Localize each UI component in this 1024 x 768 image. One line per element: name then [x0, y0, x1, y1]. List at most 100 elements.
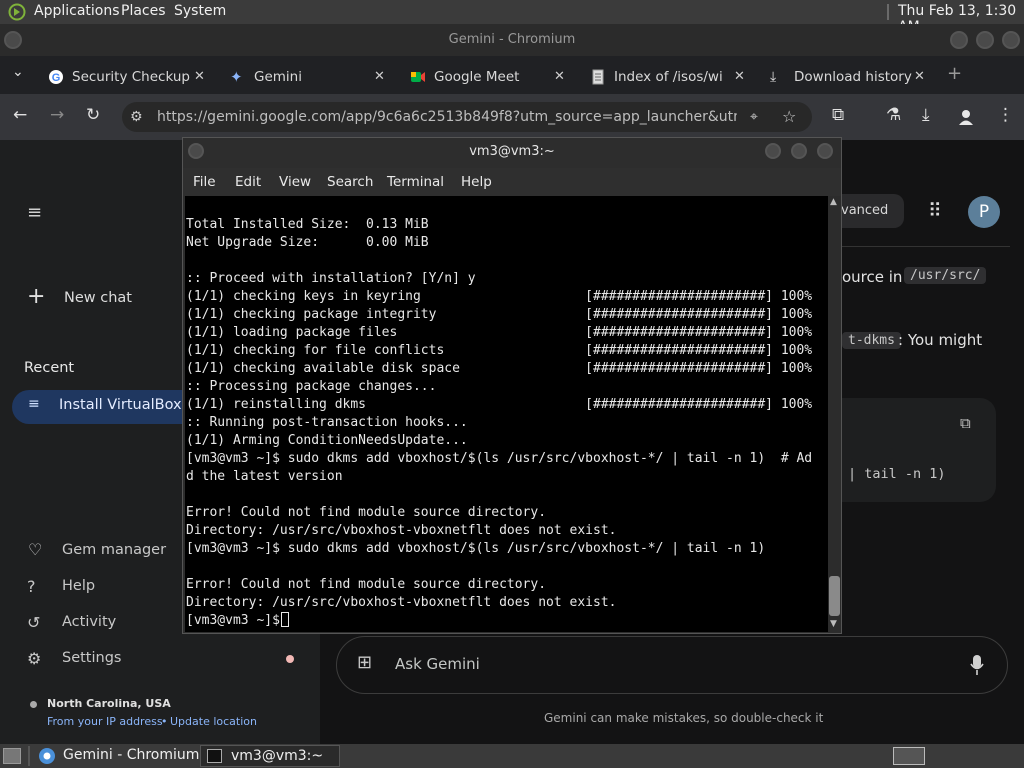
add-image-icon[interactable]: ⊞ — [357, 652, 372, 673]
scrollbar-thumb[interactable] — [829, 576, 840, 616]
location-pin-icon[interactable]: ⌖ — [750, 102, 758, 132]
copy-icon[interactable]: ⧉ — [960, 414, 971, 432]
location-dot-icon — [30, 701, 37, 708]
tab-close-icon[interactable]: ✕ — [194, 62, 205, 92]
taskbar-item-chromium[interactable]: Gemini - Chromium — [63, 747, 199, 763]
tab-google-meet[interactable]: Google Meet ✕ — [410, 62, 570, 92]
tab-gemini[interactable]: ✦ Gemini ✕ — [230, 62, 390, 92]
apps-grid-icon[interactable]: ⠿ — [928, 200, 942, 222]
site-info-icon[interactable]: ⚙ — [130, 102, 143, 132]
terminal-line: Error! Could not find module source dire… — [186, 577, 547, 592]
new-chat-plus-icon[interactable]: + — [27, 284, 45, 309]
terminal-line: Total Installed Size: 0.13 MiB — [186, 217, 429, 232]
help-link[interactable]: Help — [62, 578, 95, 594]
hamburger-menu-icon[interactable]: ≡ — [27, 202, 42, 223]
scroll-down-arrow-icon[interactable]: ▼ — [830, 619, 837, 629]
inline-code: /usr/src/ — [904, 267, 987, 284]
response-text-fragment: ource in — [842, 268, 903, 286]
avatar[interactable]: P — [968, 196, 1000, 228]
tab-strip: ⌄ G Security Checkup ✕ ✦ Gemini ✕ Google… — [0, 56, 1024, 94]
help-icon: ? — [27, 577, 36, 596]
tab-close-icon[interactable]: ✕ — [554, 62, 565, 92]
tab-close-icon[interactable]: ✕ — [374, 62, 385, 92]
tab-close-icon[interactable]: ✕ — [914, 62, 925, 92]
code-block: ⧉ | tail -n 1) — [838, 398, 996, 502]
panel-separator — [887, 4, 889, 20]
distro-logo-icon[interactable] — [8, 3, 26, 21]
back-arrow-icon[interactable]: ← — [13, 105, 27, 125]
terminal-window[interactable]: vm3@vm3:~ File Edit View Search Terminal… — [182, 137, 842, 634]
download-icon: ⤓ — [770, 69, 777, 85]
terminal-line: :: Proceed with installation? [Y/n] y — [186, 271, 476, 286]
terminal-maximize-button[interactable] — [791, 143, 807, 159]
profile-icon[interactable] — [957, 108, 975, 126]
system-menu[interactable]: System — [174, 3, 226, 19]
places-menu[interactable]: Places — [121, 3, 166, 19]
terminal-line: Net Upgrade Size: 0.00 MiB — [186, 235, 429, 250]
system-top-panel: Applications Places System Thu Feb 13, 1… — [0, 0, 1024, 35]
recent-heading: Recent — [24, 360, 75, 376]
terminal-line: [vm3@vm3 ~]$ sudo dkms add vboxhost/$(ls… — [186, 451, 813, 466]
terminal-menu-help[interactable]: Help — [461, 174, 492, 190]
terminal-close-button[interactable] — [817, 143, 833, 159]
forward-arrow-icon[interactable]: → — [50, 105, 64, 125]
bookmark-star-icon[interactable]: ☆ — [782, 102, 796, 132]
terminal-line: :: Running post-transaction hooks... — [186, 415, 468, 430]
terminal-scrollbar[interactable]: ▲ ▼ — [828, 196, 841, 632]
gem-manager-link[interactable]: Gem manager — [62, 542, 166, 558]
new-tab-plus-icon[interactable]: + — [947, 63, 962, 84]
tab-index-isos[interactable]: Index of /isos/wind ✕ — [590, 62, 750, 92]
terminal-icon — [207, 749, 222, 763]
terminal-menu-search[interactable]: Search — [327, 174, 373, 190]
update-location-link[interactable]: Update location — [170, 715, 257, 728]
terminal-line: [vm3@vm3 ~]$ — [186, 613, 288, 628]
terminal-lines: Total Installed Size: 0.13 MiB Net Upgrad… — [186, 216, 812, 630]
terminal-menu-file[interactable]: File — [193, 174, 216, 190]
settings-notification-dot — [286, 655, 294, 663]
labs-flask-icon[interactable]: ⚗ — [886, 105, 901, 125]
terminal-line: (1/1) Arming ConditionNeedsUpdate... — [186, 433, 468, 448]
tab-security-checkup[interactable]: G Security Checkup ✕ — [48, 62, 208, 92]
terminal-line: Error! Could not find module source dire… — [186, 505, 547, 520]
applications-menu[interactable]: Applications — [34, 3, 120, 19]
terminal-line: :: Processing package changes... — [186, 379, 437, 394]
terminal-menu-button[interactable] — [188, 143, 204, 159]
terminal-minimize-button[interactable] — [765, 143, 781, 159]
terminal-line: (1/1) checking for file conflicts [#####… — [186, 343, 813, 358]
tab-close-icon[interactable]: ✕ — [734, 62, 745, 92]
document-icon — [592, 69, 604, 85]
terminal-cursor — [281, 612, 289, 627]
terminal-title-bar[interactable]: vm3@vm3:~ — [183, 138, 841, 168]
activity-link[interactable]: Activity — [62, 614, 116, 630]
ask-gemini-input[interactable]: ⊞ Ask Gemini — [336, 636, 1008, 694]
terminal-menu-view[interactable]: View — [279, 174, 311, 190]
terminal-output[interactable]: Total Installed Size: 0.13 MiB Net Upgrad… — [185, 196, 828, 632]
kebab-menu-icon[interactable]: ⋮ — [997, 105, 1014, 125]
tab-download-history[interactable]: ⤓ Download history ✕ — [770, 62, 930, 92]
tab-search-chevron-icon[interactable]: ⌄ — [12, 64, 24, 80]
minimize-button[interactable] — [950, 31, 968, 49]
browser-title-bar[interactable]: Gemini - Chromium — [0, 24, 1024, 56]
terminal-line: (1/1) checking keys in keyring [########… — [186, 289, 813, 304]
downloads-icon[interactable]: ⤓ — [922, 105, 930, 125]
settings-link[interactable]: Settings — [62, 650, 121, 666]
taskbar-separator — [28, 746, 30, 766]
close-button[interactable] — [1002, 31, 1020, 49]
from-ip-link[interactable]: From your IP address — [47, 715, 163, 728]
workspace-switcher[interactable] — [893, 747, 925, 765]
show-desktop-icon[interactable] — [3, 748, 21, 764]
terminal-menu-edit[interactable]: Edit — [235, 174, 261, 190]
extensions-puzzle-icon[interactable]: ⧉ — [832, 105, 844, 125]
maximize-button[interactable] — [976, 31, 994, 49]
terminal-menu-terminal[interactable]: Terminal — [387, 174, 444, 190]
microphone-icon[interactable] — [969, 654, 985, 676]
new-chat-button[interactable]: New chat — [64, 290, 132, 306]
window-menu-button[interactable] — [4, 31, 22, 49]
terminal-line: (1/1) reinstalling dkms [###############… — [186, 397, 813, 412]
reload-icon[interactable]: ↻ — [86, 105, 100, 125]
address-bar[interactable]: ⚙ https://gemini.google.com/app/9c6a6c25… — [122, 102, 812, 132]
scroll-up-arrow-icon[interactable]: ▲ — [830, 197, 837, 207]
gem-manager-icon: ♡ — [28, 540, 43, 559]
taskbar-item-terminal[interactable]: vm3@vm3:~ — [200, 745, 340, 767]
